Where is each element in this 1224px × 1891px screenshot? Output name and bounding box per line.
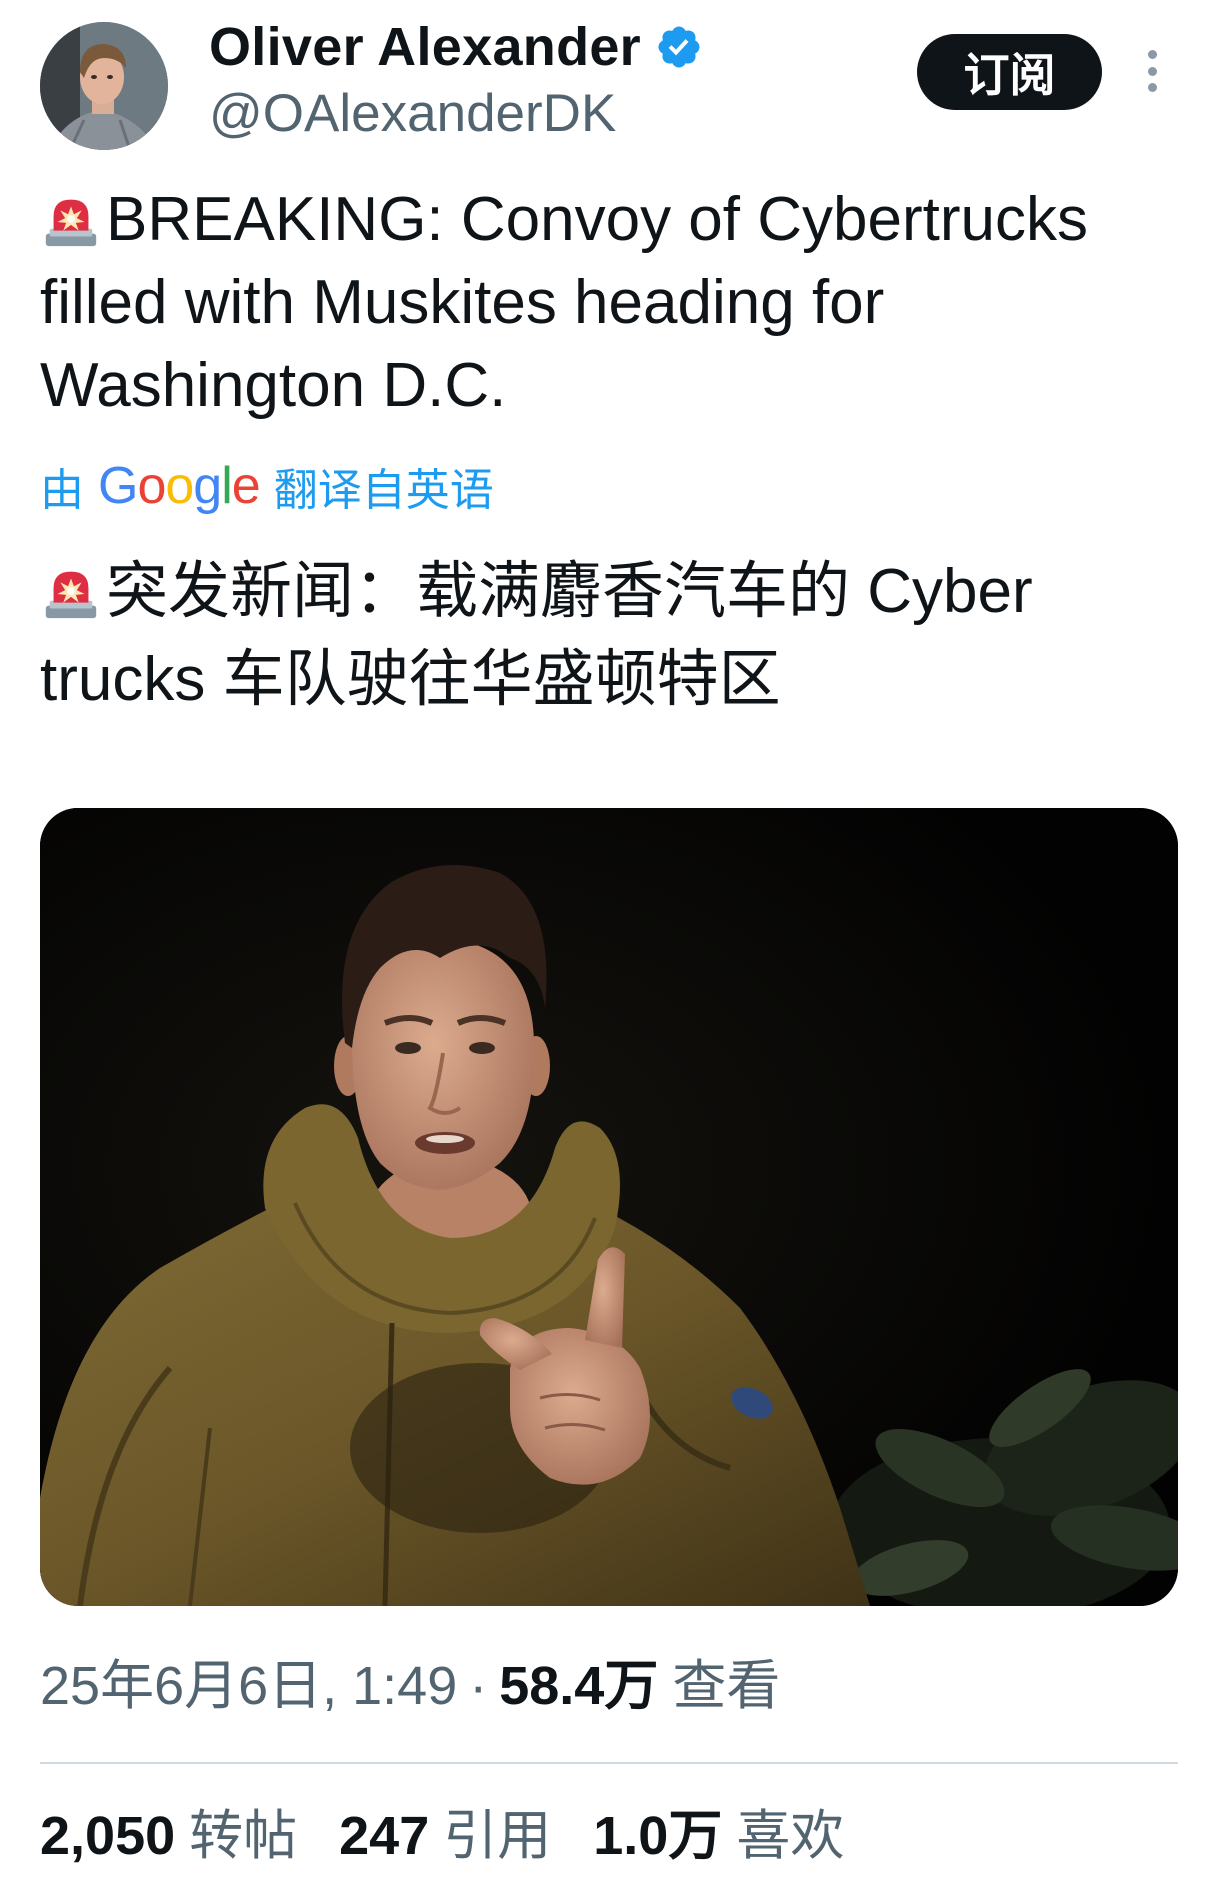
translation-attribution[interactable]: 由 Google 翻译自英语 xyxy=(40,456,494,516)
stat-count: 247 xyxy=(339,1806,430,1866)
view-label: 查看 xyxy=(672,1656,781,1716)
google-logo: Google xyxy=(98,456,261,516)
tweet-text-line-2: filled with Muskites heading for xyxy=(40,268,885,337)
google-logo-letter: o xyxy=(137,457,166,515)
tweet-text-line: filled with Muskites heading for xyxy=(40,261,1088,344)
translated-text-line-1: 突发新闻：载满麝香汽车的 Cyber xyxy=(106,557,1033,626)
google-logo-letter: e xyxy=(231,457,261,515)
stat-quotes[interactable]: 247 引用 xyxy=(339,1804,551,1868)
engagement-stats: 2,050 转帖 247 引用 1.0万 喜欢 xyxy=(40,1804,886,1868)
author-name-row[interactable]: Oliver Alexander xyxy=(209,14,703,80)
google-logo-letter: l xyxy=(221,457,233,515)
google-logo-letter: g xyxy=(193,457,222,515)
stat-label: 引用 xyxy=(443,1806,552,1866)
tweet-text-line: BREAKING: Convoy of Cybertrucks xyxy=(40,178,1088,261)
divider xyxy=(40,1762,1178,1764)
translated-text: 突发新闻：载满麝香汽车的 Cyber trucks 车队驶往华盛顿特区 xyxy=(40,548,1033,724)
avatar-image xyxy=(40,22,168,150)
tweet-text: BREAKING: Convoy of Cybertrucks filled w… xyxy=(40,178,1088,427)
translated-text-line: 突发新闻：载满麝香汽车的 Cyber xyxy=(40,548,1033,636)
google-logo-letter: G xyxy=(98,457,138,515)
translated-text-line-2: trucks 车队驶往华盛顿特区 xyxy=(40,645,781,714)
tweet-text-line-3: Washington D.C. xyxy=(40,351,507,420)
more-dot xyxy=(1147,66,1157,76)
subscribe-button[interactable]: 订阅 xyxy=(917,34,1102,110)
more-vertical-icon[interactable] xyxy=(1140,50,1164,92)
tweet-timestamp[interactable]: 25年6月6日, 1:49 xyxy=(40,1656,457,1716)
more-dot xyxy=(1147,83,1157,92)
stat-label: 喜欢 xyxy=(736,1806,845,1866)
author-handle[interactable]: @OAlexanderDK xyxy=(209,82,616,146)
stat-likes[interactable]: 1.0万 喜欢 xyxy=(593,1804,844,1868)
more-dot xyxy=(1147,50,1157,59)
stat-count: 1.0万 xyxy=(593,1806,723,1866)
verified-badge-icon xyxy=(658,26,700,68)
view-count: 58.4万 xyxy=(499,1656,659,1716)
tweet-meta-row: 25年6月6日, 1:49 · 58.4万 查看 xyxy=(40,1654,780,1718)
separator-dot: · xyxy=(469,1656,488,1716)
tweet-text-line-1: BREAKING: Convoy of Cybertrucks xyxy=(106,185,1088,254)
stat-count: 2,050 xyxy=(40,1806,176,1866)
avatar[interactable] xyxy=(40,22,168,150)
siren-icon xyxy=(45,571,97,619)
stat-reposts[interactable]: 2,050 转帖 xyxy=(40,1804,297,1868)
stat-label: 转帖 xyxy=(189,1806,298,1866)
translated-text-line: trucks 车队驶往华盛顿特区 xyxy=(40,636,1033,724)
siren-icon xyxy=(45,199,97,246)
tweet-text-line: Washington D.C. xyxy=(40,344,1088,427)
google-logo-letter: o xyxy=(165,457,194,515)
translation-prefix: 由 xyxy=(40,466,84,515)
photo-scene xyxy=(40,808,1178,1606)
translation-source-link[interactable]: 翻译自英语 xyxy=(274,454,494,518)
author-name[interactable]: Oliver Alexander xyxy=(209,14,641,80)
tweet-photo[interactable] xyxy=(40,808,1178,1606)
